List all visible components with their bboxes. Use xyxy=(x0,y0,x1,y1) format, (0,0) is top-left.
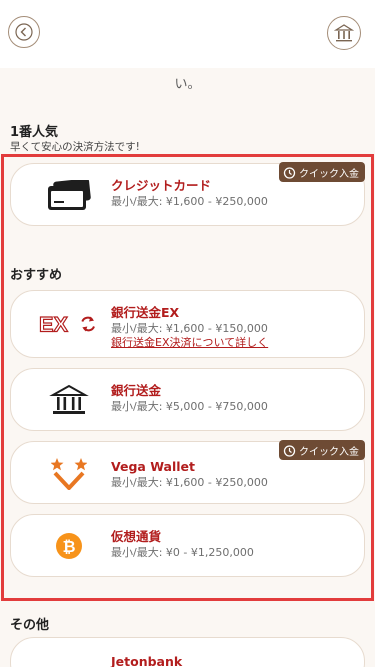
other-title: その他 xyxy=(10,618,50,633)
bitcoin-icon: ₿ xyxy=(39,526,99,566)
learn-more-link[interactable]: 銀行送金EX決済について詳しく xyxy=(111,336,268,350)
vega-wallet-icon xyxy=(39,453,99,493)
badge-label: クイック入金 xyxy=(299,168,359,180)
method-name: 仮想通貨 xyxy=(111,529,162,544)
credit-card-icon xyxy=(39,175,99,215)
home-button[interactable] xyxy=(327,16,361,50)
svg-text:EX: EX xyxy=(39,312,68,337)
truncated-text: い。 xyxy=(174,77,201,92)
bank-transfer-ex-icon: EX xyxy=(39,304,99,344)
jetonbank-icon xyxy=(35,662,95,667)
chevron-left-icon xyxy=(15,23,33,41)
payment-method-crypto[interactable]: ₿ 仮想通貨 最小/最大: ¥0 - ¥1,250,000 xyxy=(10,514,365,577)
payment-method-vega-wallet[interactable]: Vega Wallet 最小/最大: ¥1,600 - ¥250,000 クイッ… xyxy=(10,440,365,504)
payment-method-credit-card[interactable]: クレジットカード 最小/最大: ¥1,600 - ¥250,000 クイック入金 xyxy=(10,162,365,226)
quick-icon xyxy=(283,444,296,457)
method-name: Jetonbank xyxy=(111,654,183,667)
quick-icon xyxy=(283,166,296,179)
method-range: 最小/最大: ¥0 - ¥1,250,000 xyxy=(111,546,254,559)
method-range: 最小/最大: ¥1,600 - ¥150,000 xyxy=(111,322,268,335)
quick-deposit-badge: クイック入金 xyxy=(279,162,365,182)
method-name: Vega Wallet xyxy=(111,459,196,474)
method-range: 最小/最大: ¥1,600 - ¥250,000 xyxy=(111,476,268,489)
svg-text:₿: ₿ xyxy=(62,537,75,556)
bank-home-icon xyxy=(334,24,354,42)
payment-method-bank-transfer[interactable]: 銀行送金 最小/最大: ¥5,000 - ¥750,000 xyxy=(10,368,365,431)
method-range: 最小/最大: ¥5,000 - ¥750,000 xyxy=(111,400,268,413)
payment-method-jetonbank[interactable]: Jetonbank xyxy=(10,637,365,667)
bank-icon xyxy=(39,380,99,420)
method-name: クレジットカード xyxy=(111,178,212,193)
back-button[interactable] xyxy=(8,16,40,48)
top-bar xyxy=(0,0,375,68)
popular-subtitle: 早くて安心の決済方法です! xyxy=(10,141,140,153)
method-range: 最小/最大: ¥1,600 - ¥250,000 xyxy=(111,195,268,208)
recommended-title: おすすめ xyxy=(10,268,63,283)
method-name: 銀行送金 xyxy=(111,383,162,398)
popular-title: 1番人気 xyxy=(10,125,59,140)
badge-label: クイック入金 xyxy=(299,446,359,458)
payment-method-bank-transfer-ex[interactable]: EX 銀行送金EX 最小/最大: ¥1,600 - ¥150,000 銀行送金E… xyxy=(10,290,365,358)
quick-deposit-badge: クイック入金 xyxy=(279,440,365,460)
method-name: 銀行送金EX xyxy=(111,305,180,320)
